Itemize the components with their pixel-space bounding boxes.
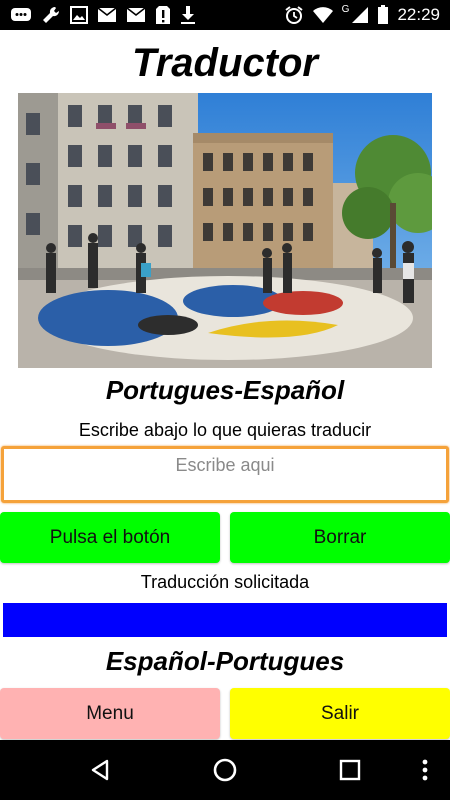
mail-icon — [97, 7, 117, 23]
download-icon — [180, 5, 196, 25]
battery-icon — [377, 5, 389, 25]
system-icons: G 22:29 — [284, 4, 440, 26]
more-icon[interactable] — [395, 740, 450, 800]
alarm-icon — [284, 5, 304, 25]
section-title-es-pt: Español-Portugues — [105, 646, 345, 676]
wifi-icon — [312, 6, 334, 24]
exit-button[interactable]: Salir — [230, 688, 450, 739]
navigation-bar — [0, 740, 450, 800]
header-photo — [18, 93, 432, 368]
app-title: Traductor — [132, 41, 318, 85]
clock: 22:29 — [397, 5, 440, 24]
home-icon[interactable] — [195, 740, 255, 800]
alert-icon — [155, 5, 171, 25]
network-type-label: G — [341, 3, 350, 15]
status-bar: G 22:29 — [0, 0, 450, 30]
instruction-text: Escribe abajo lo que quieras traducir — [78, 420, 372, 440]
translate-button[interactable]: Pulsa el botón — [0, 512, 220, 563]
back-icon[interactable] — [70, 740, 130, 800]
menu-button[interactable]: Menu — [0, 688, 220, 739]
section-title-pt-es: Portugues-Español — [105, 375, 345, 405]
clear-button[interactable]: Borrar — [230, 512, 450, 563]
image-icon — [70, 6, 88, 24]
translate-input[interactable] — [4, 449, 446, 500]
wrench-icon — [41, 5, 61, 25]
chat-icon — [10, 6, 32, 24]
signal-icon — [351, 6, 369, 24]
mail-icon — [126, 7, 146, 23]
result-label: Traducción solicitada — [140, 572, 310, 592]
translate-input-container — [1, 446, 449, 503]
translation-result — [3, 603, 447, 637]
notification-icons — [10, 5, 196, 25]
recents-icon[interactable] — [320, 740, 380, 800]
